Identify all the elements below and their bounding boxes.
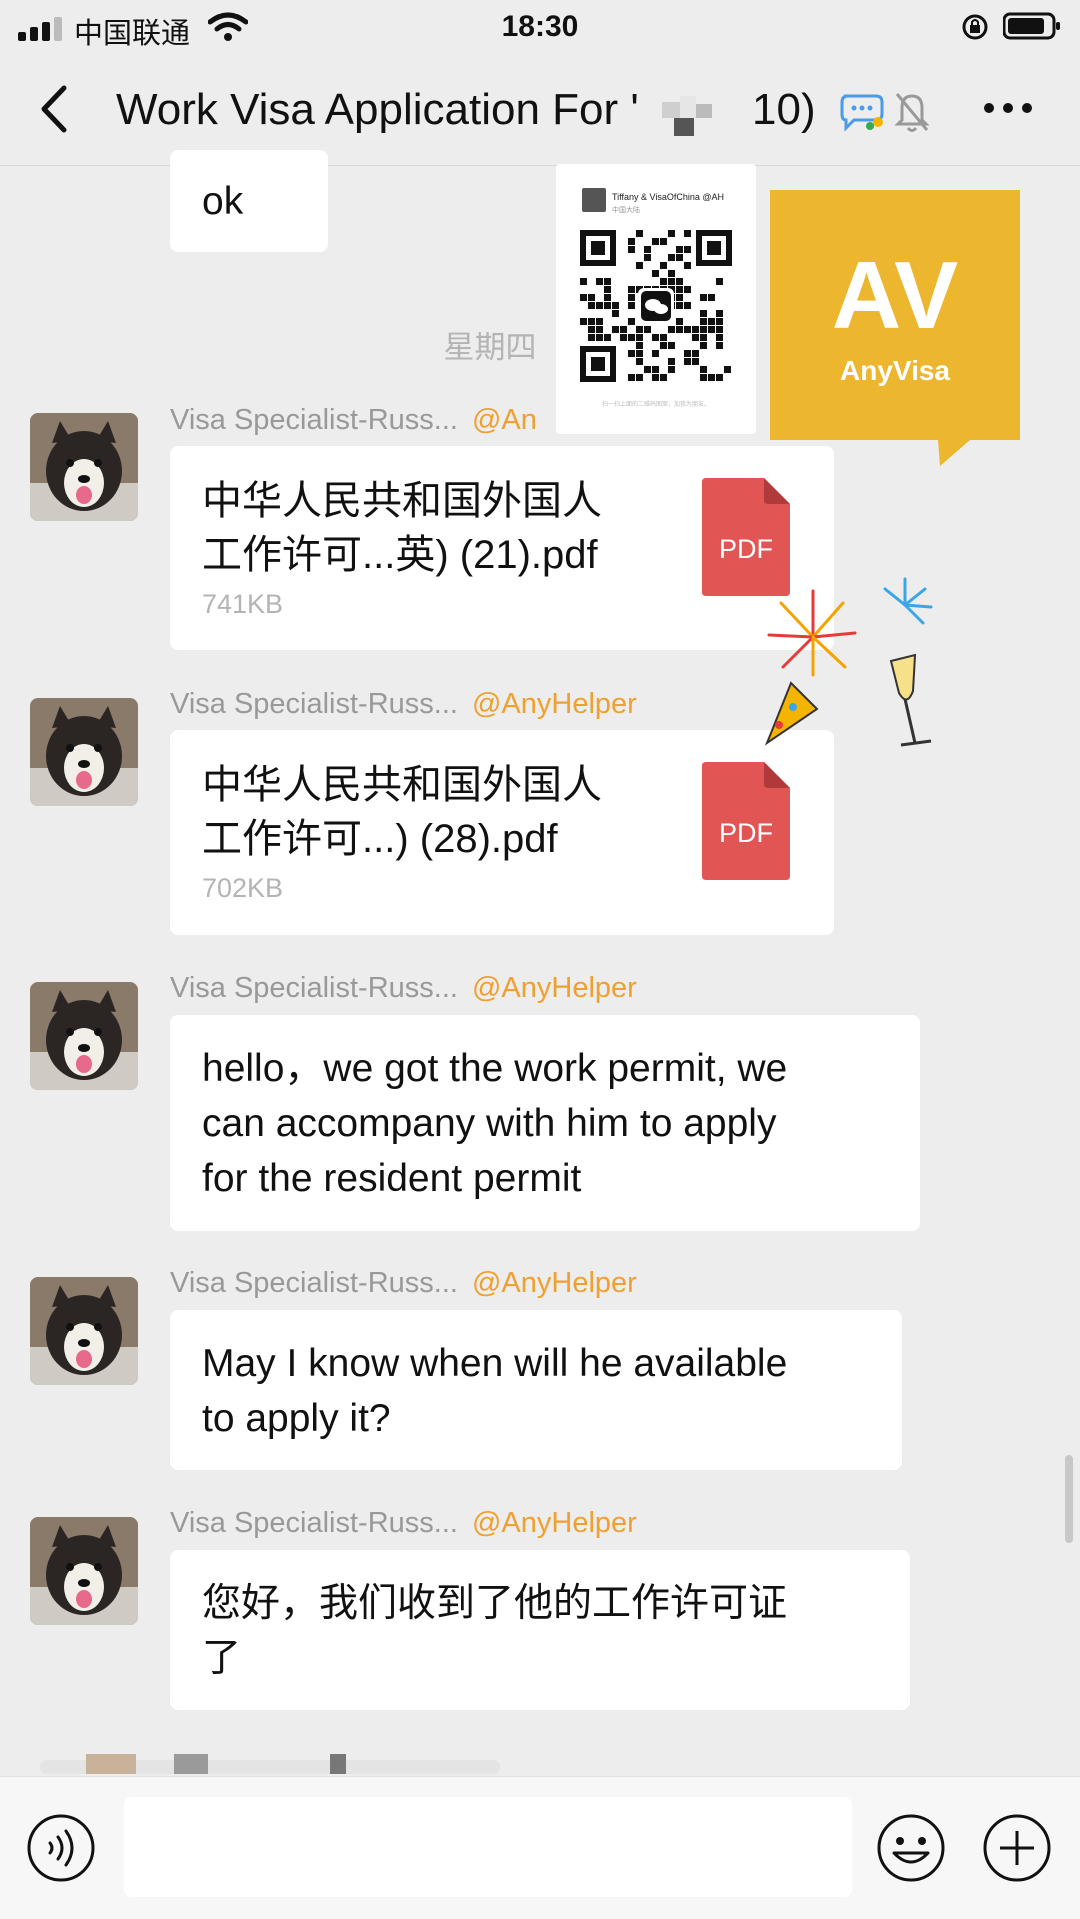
anyvisa-name: AnyVisa [840,355,950,386]
message-text: May I know when will he available to appl… [202,1342,788,1440]
clock: 18:30 [501,10,579,43]
sender-label: Visa Specialist-Russ... @AnyHelper [170,1267,637,1299]
message-input[interactable] [124,1797,852,1897]
file-size: 741KB [202,589,284,619]
pdf-label: PDF [719,818,773,848]
message-text: hello，we got the work permit, we can acco… [202,1047,788,1200]
qr-card-region: 中国大陆 [612,207,640,214]
avatar[interactable] [30,698,138,806]
blurred-preview [40,1752,540,1774]
message-bubble[interactable]: May I know when will he available to appl… [170,1310,902,1470]
avatar[interactable] [30,1517,138,1625]
pdf-label: PDF [719,534,773,564]
input-bar [0,1776,1080,1919]
anyvisa-logo: AV AnyVisa [770,190,1020,466]
scrollbar[interactable] [1065,1455,1073,1543]
battery-icon [1003,12,1060,40]
blurred-name [638,82,738,142]
avatar[interactable] [30,1277,138,1385]
file-name: 中华人民共和国外国人 工作许可...) (28).pdf [202,763,602,861]
qr-card-caption: 扫一扫上面的二维码图案，加我为朋友。 [601,402,710,408]
avatar[interactable] [30,413,138,521]
status-bar: 中国联通 18:30 [0,0,1080,52]
message-text: 您好，我们收到了他的工作许可证了 [202,1582,788,1680]
sender-label: Visa Specialist-Russ... @An [170,404,537,436]
plus-icon[interactable] [982,1813,1052,1883]
more-dots-icon[interactable] [980,98,1036,118]
message-bubble[interactable]: 您好，我们收到了他的工作许可证了 [170,1550,910,1710]
rotation-lock-icon [962,14,988,40]
chat-title-end: 10) [752,85,816,134]
chat-header: Work Visa Application For ' 10) [0,52,1080,166]
sender-label: Visa Specialist-Russ... @AnyHelper [170,972,637,1004]
bell-off-icon [894,93,930,132]
voice-icon[interactable] [26,1813,96,1883]
message-text: ok [202,180,244,223]
anyvisa-mark: AV [832,242,958,349]
avatar [582,188,606,212]
file-message[interactable]: 中华人民共和国外国人 工作许可...英) (21).pdf 741KB PDF [170,446,834,650]
pdf-file-icon: PDF [702,762,790,880]
chat-bubble-icon[interactable] [838,92,886,132]
sender-label: Visa Specialist-Russ... @AnyHelper [170,1507,637,1539]
qr-code-sticker[interactable]: Tiffany & VisaOfChina @AH 中国大陆 扫一扫上面的二维码… [556,164,756,434]
emoji-icon[interactable] [876,1813,946,1883]
qr-card-name: Tiffany & VisaOfChina @AH [612,192,725,202]
file-name: 中华人民共和国外国人 工作许可...英) (21).pdf [202,479,602,577]
avatar[interactable] [30,982,138,1090]
sender-label: Visa Specialist-Russ... @AnyHelper [170,688,637,720]
message-bubble[interactable]: hello，we got the work permit, we can acco… [170,1015,920,1231]
chat-title[interactable]: Work Visa Application For ' [116,85,639,135]
chevron-left-icon[interactable] [34,82,84,136]
file-size: 702KB [202,873,284,903]
message-bubble[interactable]: ok [170,150,328,252]
party-celebration-icon [764,577,933,747]
qr-code-icon [580,230,732,382]
file-message[interactable]: 中华人民共和国外国人 工作许可...) (28).pdf 702KB PDF [170,730,834,935]
